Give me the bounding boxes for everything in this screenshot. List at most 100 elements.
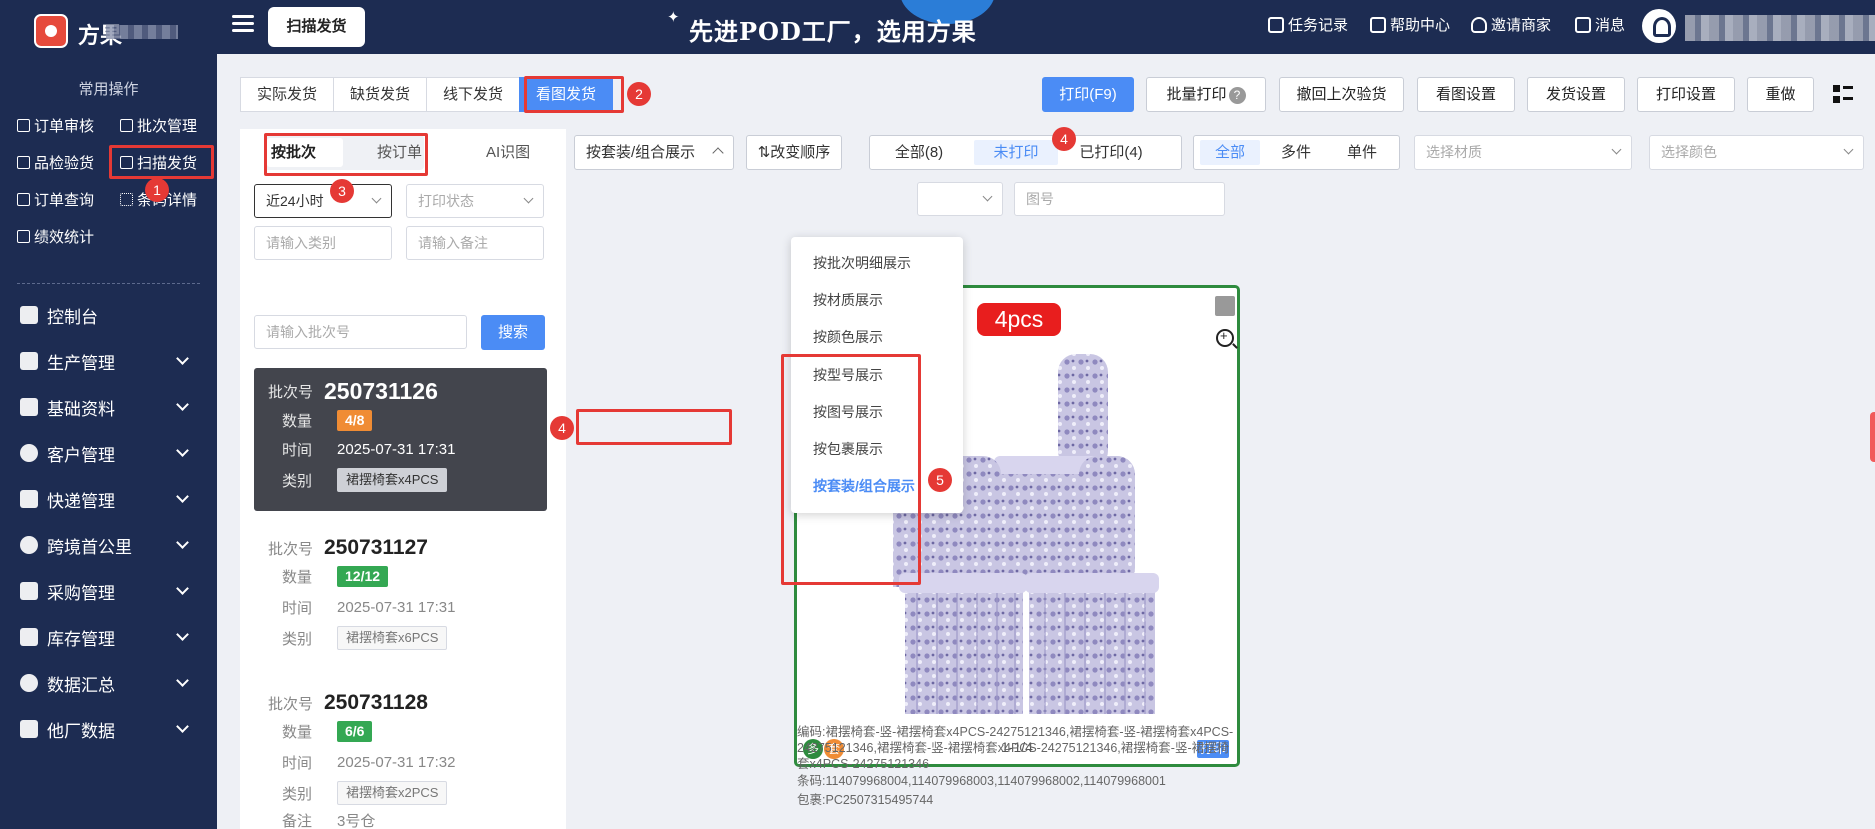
option-by-color[interactable]: 按颜色展示 [813, 327, 883, 347]
nav-data-summary[interactable]: 数据汇总 [0, 663, 217, 703]
batch-no-label: 批次号 [268, 384, 314, 401]
select-checkbox[interactable] [1215, 296, 1235, 316]
quick-performance-stats[interactable]: 绩效统计 [17, 226, 94, 247]
second-row-select[interactable] [917, 182, 1003, 216]
quick-order-query[interactable]: 订单查询 [17, 189, 94, 210]
batch-print-button[interactable]: 批量打印? [1146, 77, 1266, 112]
document-icon [120, 119, 133, 132]
category-tag: 裙摆椅套x4PCS [337, 468, 448, 492]
menu-toggle-icon[interactable] [232, 15, 254, 37]
quick-quality-check[interactable]: 品检验货 [17, 152, 94, 173]
tab-actual-ship[interactable]: 实际发货 [240, 77, 335, 112]
nav-label: 客户管理 [47, 445, 115, 465]
nav-dashboard[interactable]: 控制台 [0, 295, 217, 335]
task-list-icon [1268, 16, 1284, 33]
quick-actions-heading: 常用操作 [78, 81, 139, 98]
print-state-printed[interactable]: 已打印(4) [1066, 140, 1156, 165]
side-drawer-handle[interactable] [1870, 412, 1875, 462]
quick-label: 订单查询 [34, 192, 95, 209]
messages-label: 消息 [1595, 17, 1626, 34]
figure-number-input[interactable]: 图号 [1014, 182, 1225, 216]
qty-badge: 4/8 [337, 410, 373, 431]
grid-view-icon[interactable] [1833, 85, 1853, 105]
qty-label: 数量 [282, 569, 313, 586]
time-label: 时间 [282, 442, 313, 459]
message-icon [1575, 16, 1591, 33]
nav-label: 控制台 [47, 307, 98, 327]
material-select[interactable]: 选择材质 [1414, 135, 1632, 170]
nav-other-factory[interactable]: 他厂数据 [0, 709, 217, 749]
search-doc-icon [17, 193, 30, 206]
nav-purchasing[interactable]: 采购管理 [0, 571, 217, 611]
task-records-link[interactable]: 任务记录 [1268, 14, 1348, 35]
nav-customers[interactable]: 客户管理 [0, 433, 217, 473]
quick-batch-management[interactable]: 批次管理 [120, 115, 197, 136]
print-state-all[interactable]: 全部(8) [874, 140, 964, 165]
tab-shortage-ship[interactable]: 缺货发货 [333, 77, 428, 112]
scan-ship-tab-button[interactable]: 扫描发货 [268, 7, 365, 47]
batch-no-label: 批次号 [268, 695, 314, 713]
nav-express[interactable]: 快递管理 [0, 479, 217, 519]
remark-input[interactable]: 请输入备注 [406, 226, 544, 260]
user-avatar[interactable] [1642, 9, 1676, 43]
chevron-down-icon [176, 674, 189, 687]
change-order-button[interactable]: ⇅改变顺序 [746, 135, 842, 170]
ship-settings-button[interactable]: 发货设置 [1527, 77, 1625, 112]
quick-label: 品检验货 [34, 155, 95, 172]
invite-merchant-link[interactable]: 邀请商家 [1471, 14, 1551, 35]
dashboard-icon [20, 306, 38, 324]
help-center-link[interactable]: 帮助中心 [1370, 14, 1450, 35]
user-name-blurred[interactable] [1685, 15, 1875, 41]
chevron-down-icon [982, 191, 993, 202]
piece-type-multi[interactable]: 多件 [1266, 140, 1326, 165]
subtab-ai-recognition[interactable]: AI识图 [486, 141, 530, 162]
chevron-down-icon [1843, 144, 1854, 155]
user-icon [20, 444, 38, 462]
card-package-line: 包裹:PC2507315495744 [797, 792, 1237, 808]
barcode-icon [120, 193, 133, 206]
batch-card-selected[interactable]: 批次号 250731126 数量 4/8 时间 2025-07-31 17:31 类别… [254, 368, 547, 511]
redo-button[interactable]: 重做 [1747, 77, 1814, 112]
print-settings-button[interactable]: 打印设置 [1637, 77, 1735, 112]
color-select[interactable]: 选择颜色 [1649, 135, 1864, 170]
batch-remark: 3号仓 [337, 813, 376, 829]
nav-cross-border[interactable]: 跨境首公里 [0, 525, 217, 565]
annotation-marker: 2 [627, 82, 651, 106]
piece-type-single[interactable]: 单件 [1332, 140, 1392, 165]
messages-link[interactable]: 消息 [1575, 14, 1625, 35]
person-add-icon [1471, 16, 1487, 33]
batch-number: 250731127 [324, 536, 428, 559]
undo-last-check-button[interactable]: 撤回上次验货 [1279, 77, 1404, 112]
print-state-unprinted[interactable]: 未打印 [974, 140, 1058, 165]
batch-card[interactable]: 批次号 250731128 数量 6/6 时间 2025-07-31 17:32 类别… [254, 679, 547, 829]
view-settings-button[interactable]: 看图设置 [1417, 77, 1515, 112]
piece-type-segment: 全部 多件 单件 [1193, 135, 1400, 170]
zoom-in-icon[interactable] [1216, 328, 1234, 347]
batch-number-input[interactable]: 请输入批次号 [254, 315, 467, 349]
nav-production[interactable]: 生产管理 [0, 341, 217, 381]
search-button[interactable]: 搜索 [481, 315, 545, 350]
print-status-select[interactable]: 打印状态 [406, 184, 544, 218]
piece-type-all[interactable]: 全部 [1200, 140, 1260, 165]
batch-number: 250731128 [324, 691, 428, 714]
category-input[interactable]: 请输入类别 [254, 226, 392, 260]
batch-card[interactable]: 批次号 250731127 数量 12/12 时间 2025-07-31 17:31 … [254, 524, 547, 666]
print-button[interactable]: 打印(F9) [1042, 77, 1134, 112]
option-by-batch-detail[interactable]: 按批次明细展示 [813, 253, 911, 273]
time-range-select[interactable]: 近24小时 [254, 184, 392, 218]
tab-offline-ship[interactable]: 线下发货 [426, 77, 521, 112]
nav-basic-data[interactable]: 基础资料 [0, 387, 217, 427]
nav-inventory[interactable]: 库存管理 [0, 617, 217, 657]
globe-icon [20, 536, 38, 554]
chevron-down-icon [523, 193, 534, 204]
display-mode-select[interactable]: 按套装/组合展示 [574, 135, 734, 170]
piece-count-badge: 4pcs [977, 303, 1061, 336]
category-tag: 裙摆椅套x6PCS [337, 626, 448, 650]
nav-label: 数据汇总 [47, 675, 115, 695]
annotation-marker: 5 [928, 468, 952, 492]
annotation-box [524, 76, 624, 113]
quick-order-review[interactable]: 订单审核 [17, 115, 94, 136]
print-status-placeholder: 打印状态 [418, 193, 474, 209]
question-icon[interactable]: ? [1228, 87, 1246, 104]
option-by-material[interactable]: 按材质展示 [813, 290, 883, 310]
